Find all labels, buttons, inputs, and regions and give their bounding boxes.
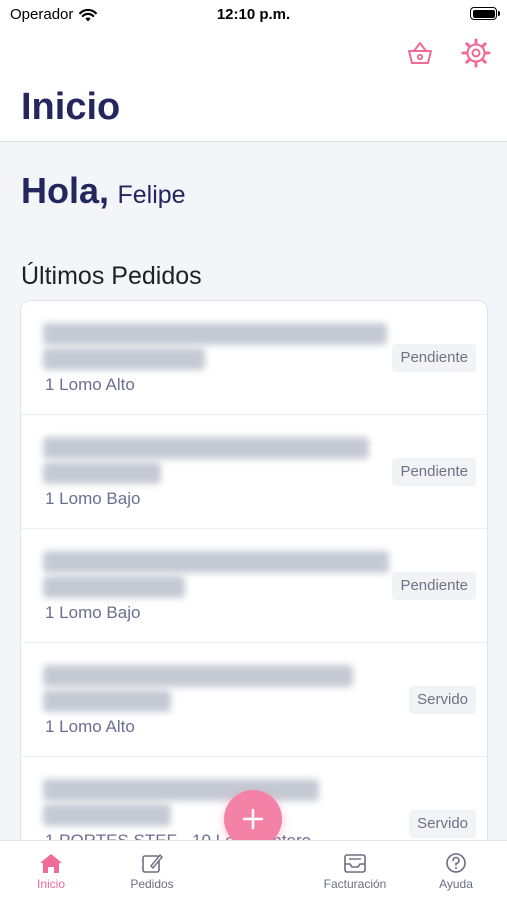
tab-inicio[interactable]: Inicio bbox=[6, 851, 96, 891]
status-badge: Servido bbox=[409, 686, 476, 714]
status-time: 12:10 p.m. bbox=[216, 6, 291, 23]
tab-label: Facturación bbox=[323, 877, 387, 891]
order-row[interactable]: 1 Lomo Bajo Pendiente bbox=[21, 529, 487, 643]
basket-icon[interactable] bbox=[405, 38, 435, 68]
status-badge: Pendiente bbox=[392, 458, 476, 486]
order-customer-redacted bbox=[43, 437, 369, 459]
plus-icon bbox=[242, 808, 264, 830]
tab-label: Pedidos bbox=[130, 877, 174, 891]
order-customer-redacted bbox=[43, 462, 161, 484]
inbox-icon bbox=[344, 854, 366, 873]
tab-label: Ayuda bbox=[439, 877, 473, 891]
order-row[interactable]: 1 Lomo Alto Pendiente bbox=[21, 301, 487, 415]
order-product: 1 Lomo Bajo bbox=[45, 603, 141, 622]
status-badge: Pendiente bbox=[392, 572, 476, 600]
order-customer-redacted bbox=[43, 576, 185, 598]
status-badge: Pendiente bbox=[392, 344, 476, 372]
order-customer-redacted bbox=[43, 551, 389, 573]
order-product: 1 Lomo Bajo bbox=[45, 489, 141, 508]
order-customer-redacted bbox=[43, 348, 205, 370]
greeting-hi: Hola, bbox=[21, 170, 110, 211]
edit-icon bbox=[142, 853, 163, 873]
status-bar: Operador 12:10 p.m. bbox=[0, 0, 507, 30]
section-title: Últimos Pedidos bbox=[21, 262, 202, 290]
page-title: Inicio bbox=[21, 86, 121, 128]
greeting: Hola, Felipe bbox=[21, 170, 186, 212]
tab-label: Inicio bbox=[36, 877, 65, 891]
home-icon bbox=[40, 854, 62, 873]
order-customer-redacted bbox=[43, 323, 387, 345]
order-product: 1 Lomo Alto bbox=[45, 717, 135, 736]
order-customer-redacted bbox=[43, 804, 171, 826]
order-customer-redacted bbox=[43, 690, 171, 712]
help-icon bbox=[446, 853, 466, 873]
greeting-name: Felipe bbox=[117, 181, 186, 209]
gear-icon[interactable] bbox=[461, 38, 491, 68]
tab-pedidos[interactable]: Pedidos bbox=[107, 851, 197, 891]
tab-ayuda[interactable]: Ayuda bbox=[411, 851, 501, 891]
page-header: Inicio bbox=[0, 30, 507, 142]
tab-bar: Inicio Pedidos Facturación Ayuda bbox=[0, 840, 507, 900]
order-customer-redacted bbox=[43, 779, 319, 801]
order-row[interactable]: 1 Lomo Alto Servido bbox=[21, 643, 487, 757]
order-customer-redacted bbox=[43, 665, 353, 687]
status-badge: Servido bbox=[409, 810, 476, 838]
battery-icon bbox=[470, 7, 500, 20]
order-row[interactable]: 1 Lomo Bajo Pendiente bbox=[21, 415, 487, 529]
order-product: 1 Lomo Alto bbox=[45, 375, 135, 394]
orders-list: 1 Lomo Alto Pendiente 1 Lomo Bajo Pendie… bbox=[20, 300, 488, 860]
tab-facturacion[interactable]: Facturación bbox=[310, 851, 400, 891]
